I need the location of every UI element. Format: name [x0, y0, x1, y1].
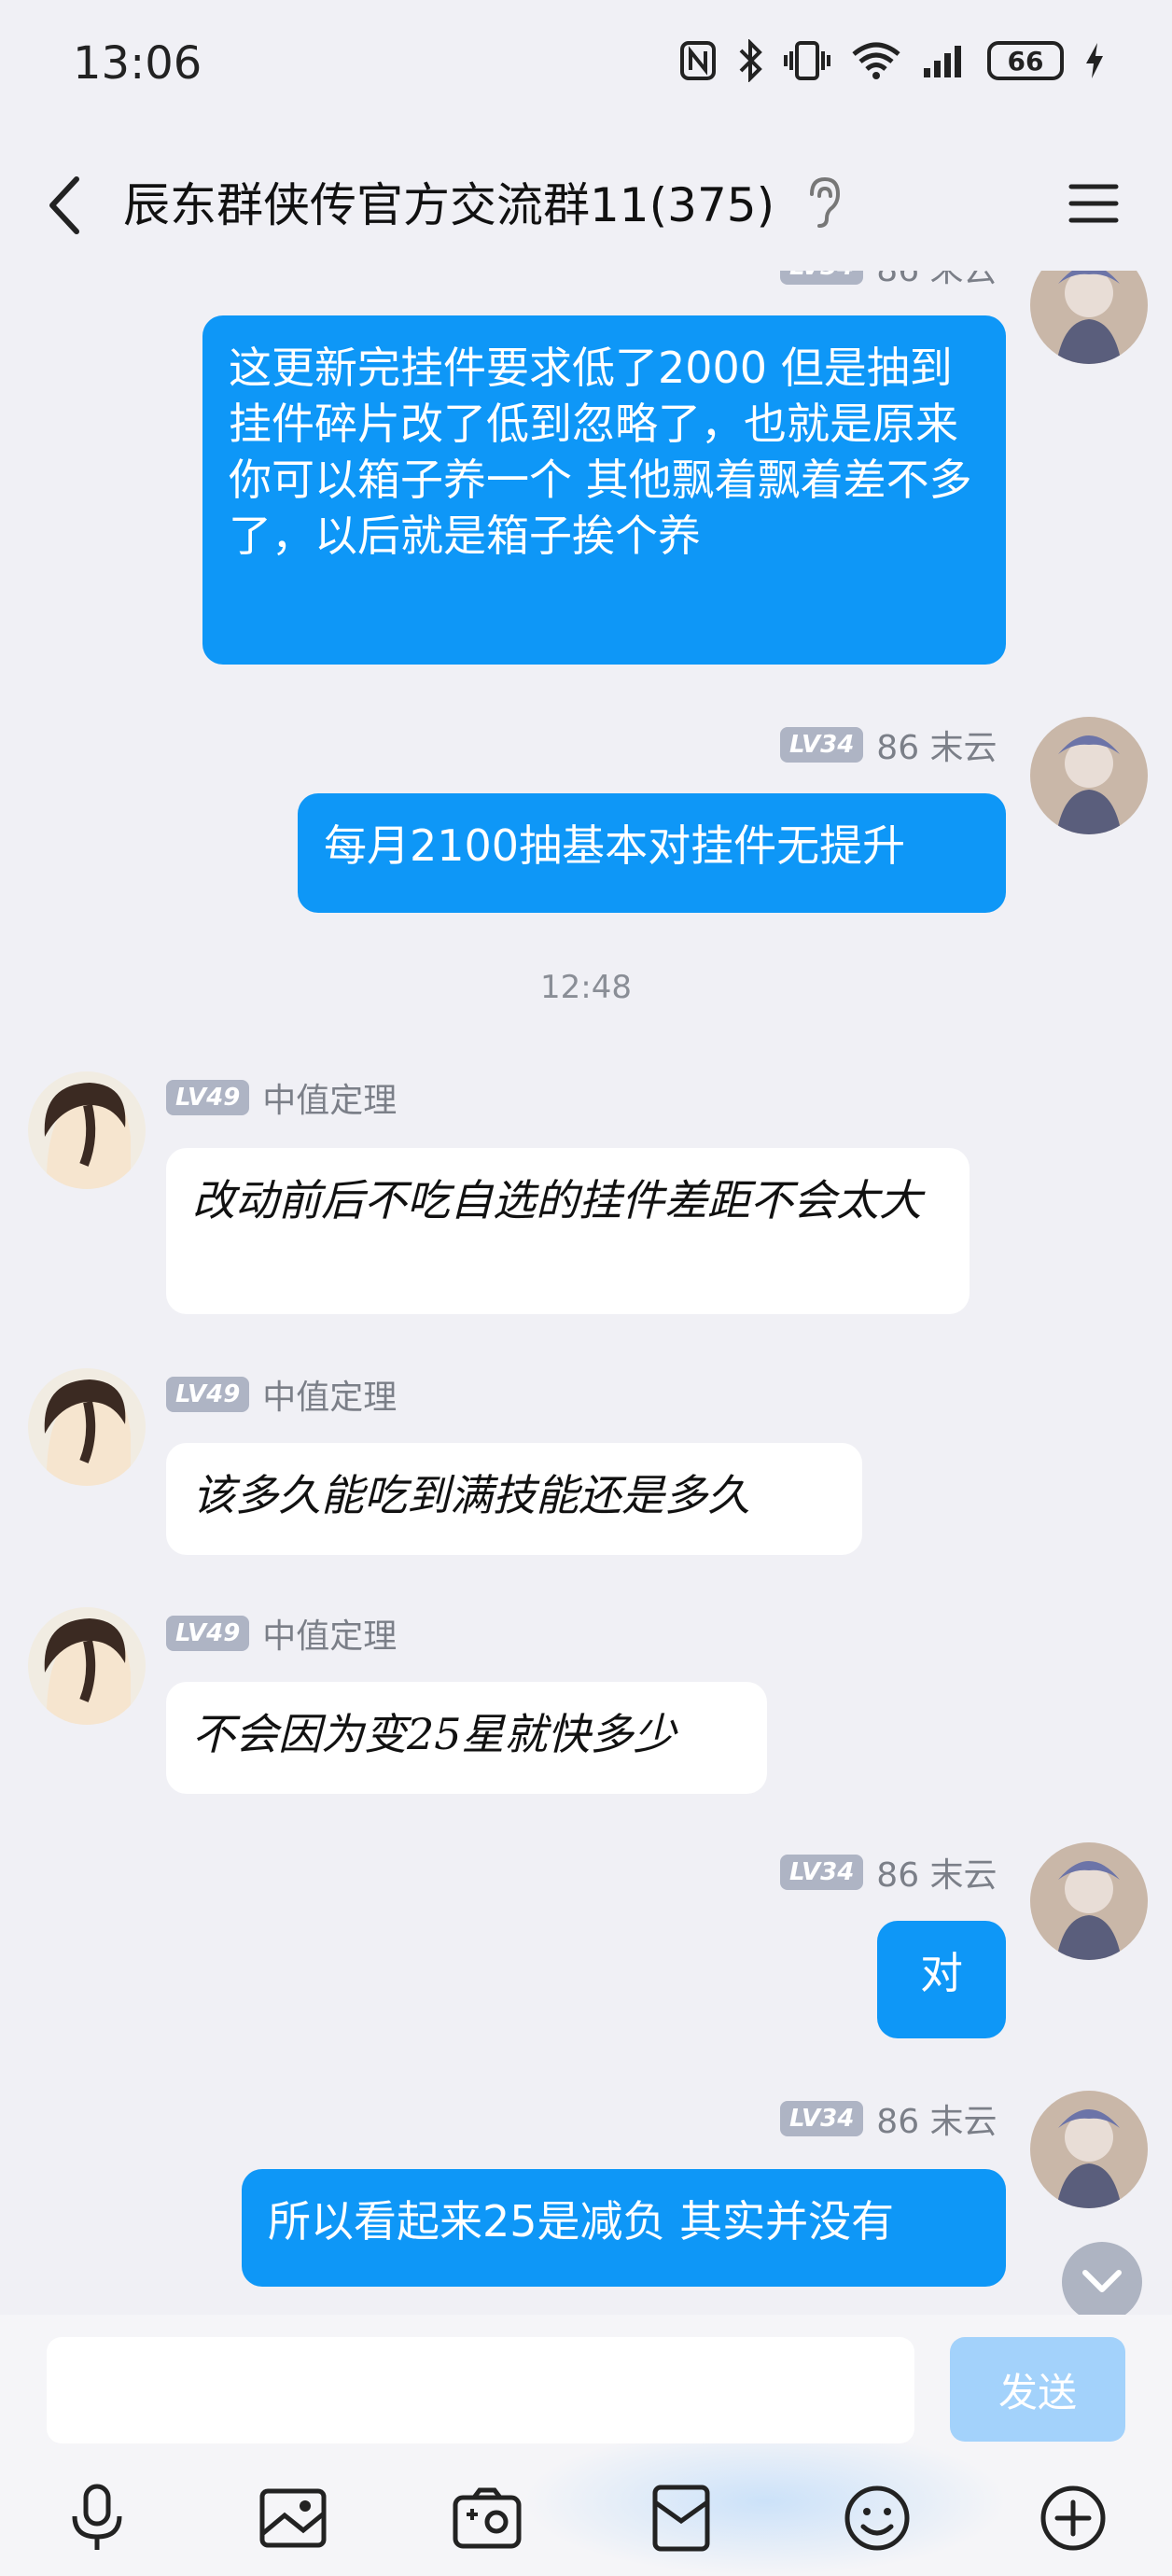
- message-bubble-outgoing[interactable]: 这更新完挂件要求低了2000 但是抽到挂件碎片改了低到忽略了，也就是原来你可以箱…: [202, 315, 1006, 665]
- image-icon: [259, 2488, 327, 2548]
- avatar-mo-yun[interactable]: [1030, 1842, 1148, 1960]
- message-meta: LV34 86 末云: [780, 1848, 998, 1897]
- group-title[interactable]: 辰东群侠传官方交流群11(375): [123, 168, 774, 235]
- microphone-button[interactable]: [60, 2481, 134, 2555]
- more-button[interactable]: [1036, 2481, 1110, 2555]
- scroll-to-bottom-button[interactable]: [1062, 2242, 1142, 2315]
- sender-name: 86 末云: [876, 2103, 998, 2141]
- message-bubble-outgoing[interactable]: 所以看起来25是减负 其实并没有: [242, 2169, 1006, 2287]
- avatar-mo-yun[interactable]: [1030, 271, 1148, 364]
- message-meta: LV49 中值定理: [166, 1370, 397, 1419]
- level-badge: LV34: [780, 2101, 864, 2136]
- sender-name: 中值定理: [262, 1082, 398, 1120]
- status-icons: 66: [679, 39, 1105, 82]
- vibrate-icon: [784, 41, 830, 80]
- sender-name: 86 末云: [876, 271, 997, 291]
- microphone-icon: [72, 2484, 122, 2550]
- level-badge: LV34: [780, 1855, 864, 1890]
- input-bar: 发送: [0, 2315, 1172, 2576]
- signal-icon: [924, 46, 961, 77]
- input-toolbar: [0, 2481, 1172, 2565]
- status-time: 13:06: [73, 37, 202, 90]
- send-button[interactable]: 发送: [950, 2337, 1125, 2442]
- avatar-zhong-zhi-ding-li[interactable]: [28, 1071, 146, 1189]
- chevron-down-icon: [1082, 2270, 1122, 2292]
- message-meta: LV49 中值定理: [166, 1609, 397, 1658]
- emoji-icon: [844, 2485, 910, 2551]
- menu-icon[interactable]: [1067, 175, 1120, 231]
- message-input[interactable]: [47, 2337, 914, 2443]
- level-badge: LV49: [166, 1080, 250, 1115]
- sender-name: 86 末云: [876, 729, 998, 767]
- message-bubble-outgoing[interactable]: 每月2100抽基本对挂件无提升: [298, 793, 1006, 913]
- message-list[interactable]: LV34 86 末云 这更新完挂件要求低了2000 但是抽到挂件碎片改了低到忽略…: [0, 271, 1172, 2315]
- wifi-icon: [852, 42, 900, 79]
- message-meta: LV34 86 末云: [780, 2094, 998, 2143]
- charging-icon: [1086, 43, 1103, 78]
- camera-icon: [453, 2487, 522, 2549]
- ear-icon[interactable]: [802, 174, 844, 230]
- chat-header: 辰东群侠传官方交流群11(375): [0, 140, 1172, 271]
- bluetooth-icon: [739, 39, 762, 82]
- status-bar: 13:06 66: [0, 0, 1172, 140]
- battery-indicator: 66: [987, 41, 1064, 80]
- plus-icon: [1040, 2485, 1106, 2551]
- message-bubble-incoming[interactable]: 不会因为变25星就快多少: [166, 1682, 767, 1794]
- sender-name: 86 末云: [876, 1856, 998, 1895]
- timestamp-separator: 12:48: [540, 969, 632, 1006]
- level-badge: LV49: [166, 1377, 250, 1412]
- avatar-mo-yun[interactable]: [1030, 2091, 1148, 2208]
- message-bubble-incoming[interactable]: 该多久能吃到满技能还是多久: [166, 1443, 862, 1555]
- red-packet-icon: [652, 2485, 710, 2552]
- message-bubble-outgoing[interactable]: 对: [877, 1921, 1006, 2038]
- back-arrow-icon[interactable]: [37, 168, 93, 243]
- message-meta: LV34 86 末云: [780, 271, 998, 291]
- emoji-button[interactable]: [840, 2481, 914, 2555]
- avatar-zhong-zhi-ding-li[interactable]: [28, 1607, 146, 1725]
- avatar-zhong-zhi-ding-li[interactable]: [28, 1368, 146, 1486]
- avatar-mo-yun[interactable]: [1030, 717, 1148, 834]
- camera-button[interactable]: [450, 2481, 524, 2555]
- sender-name: 中值定理: [262, 1379, 398, 1417]
- nfc-icon: [680, 41, 716, 80]
- image-button[interactable]: [256, 2481, 330, 2555]
- level-badge: LV49: [166, 1616, 250, 1651]
- sender-name: 中值定理: [262, 1617, 398, 1656]
- message-meta: LV49 中值定理: [166, 1073, 397, 1122]
- message-meta: LV34 86 末云: [780, 721, 998, 769]
- red-packet-button[interactable]: [644, 2481, 719, 2555]
- level-badge: LV34: [780, 271, 864, 285]
- level-badge: LV34: [780, 727, 864, 763]
- message-bubble-incoming[interactable]: 改动前后不吃自选的挂件差距不会太大: [166, 1148, 970, 1314]
